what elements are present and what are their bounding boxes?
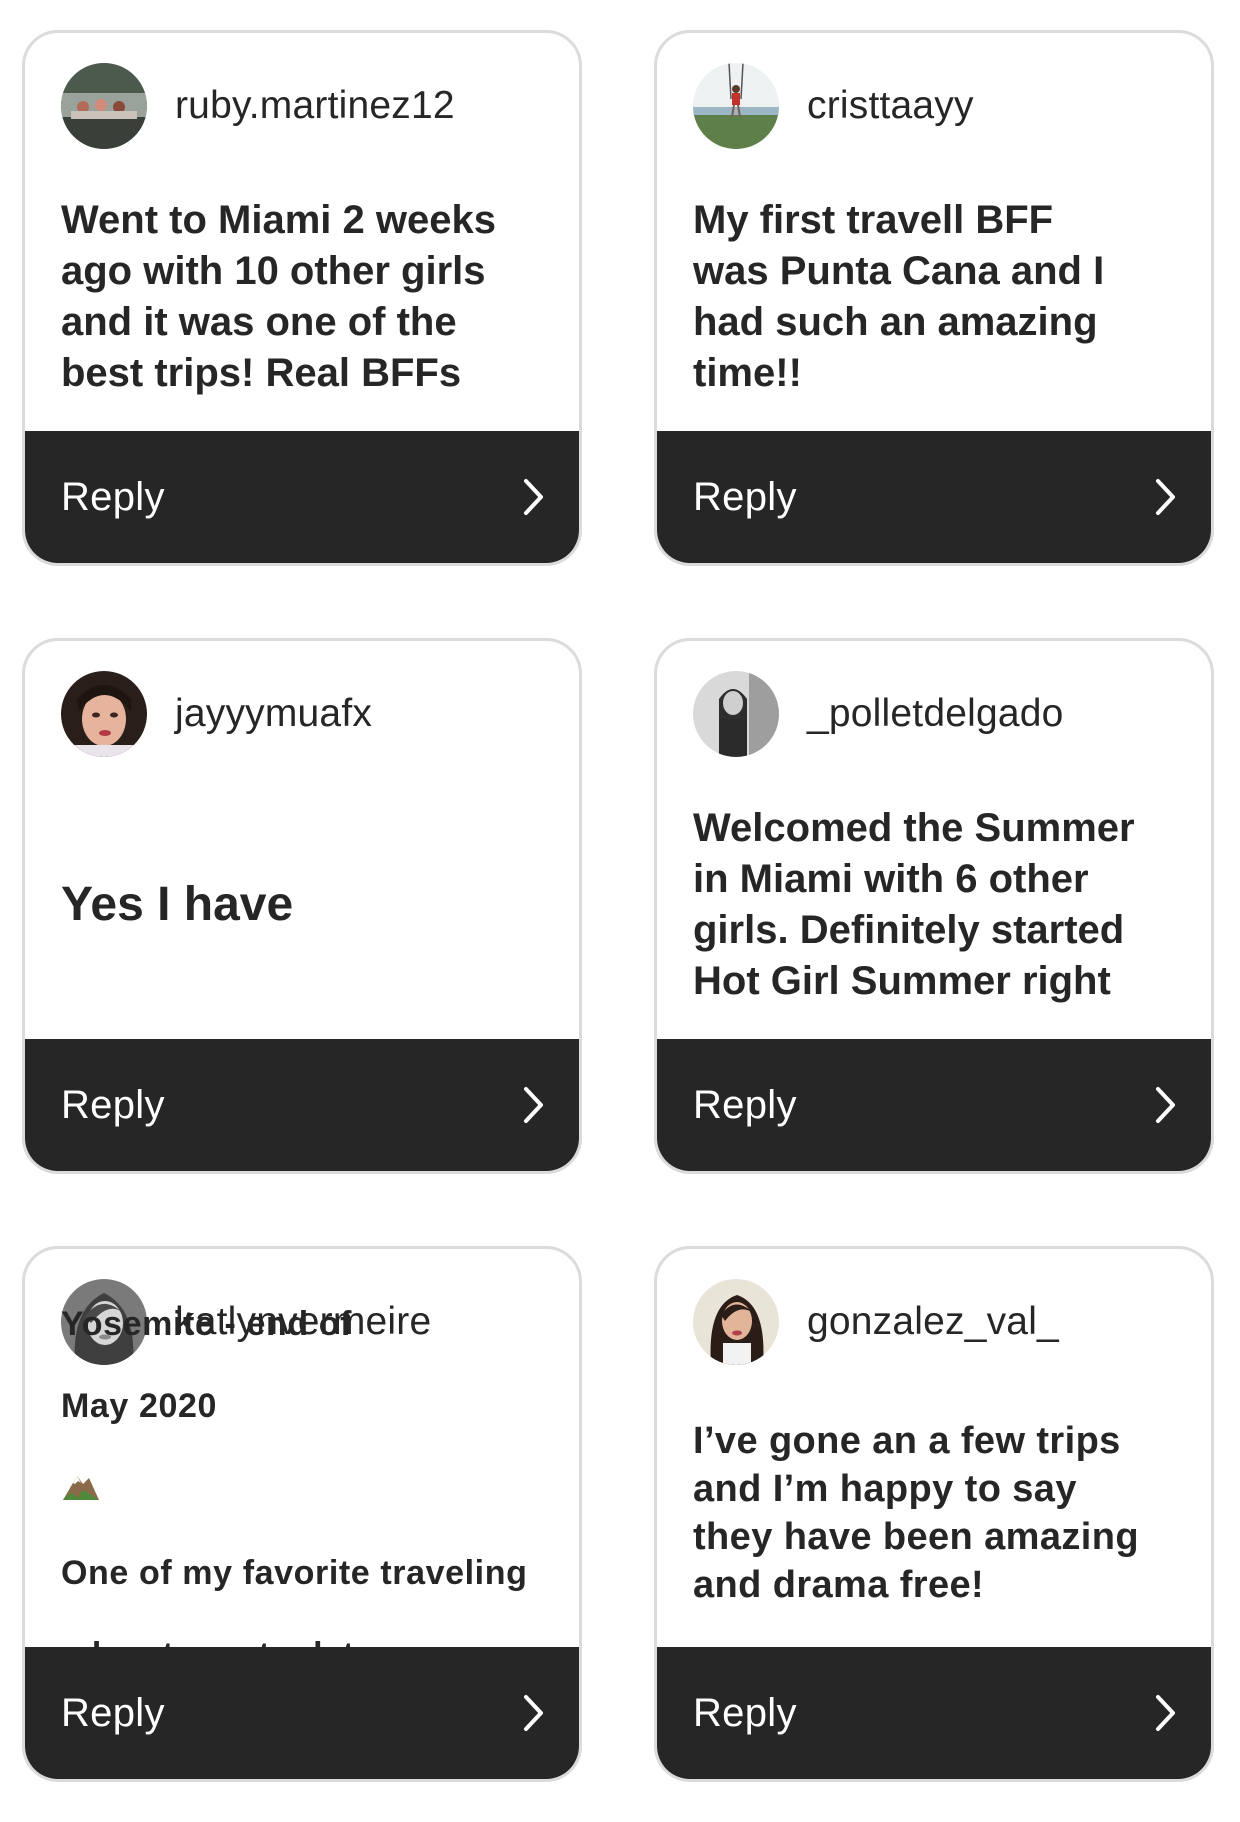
chevron-right-icon <box>523 1086 545 1124</box>
reply-message: Went to Miami 2 weeks ago with 10 other … <box>61 198 496 395</box>
reply-message: I’ve gone an a few trips and I’m happy t… <box>693 1420 1139 1606</box>
card-body: I’ve gone an a few trips and I’m happy t… <box>693 1379 1183 1647</box>
card-header: jayyymuafx <box>61 669 372 759</box>
mountain-emoji-icon <box>61 1427 101 1512</box>
card-body: Yes I have <box>61 771 551 1039</box>
reply-card: cristtaayy My first travell BFF was Punt… <box>654 30 1214 566</box>
reply-button[interactable]: Reply <box>25 1647 579 1779</box>
card-body: Yosemite - end of May 2020 One of my fav… <box>61 1305 551 1751</box>
reply-label: Reply <box>61 1690 165 1735</box>
chevron-right-icon <box>1155 478 1177 516</box>
username[interactable]: ruby.martinez12 <box>175 84 455 128</box>
chevron-right-icon <box>1155 1694 1177 1732</box>
reply-card: _polletdelgado Welcomed the Summer in Mi… <box>654 638 1214 1174</box>
reply-card: jayyymuafx Yes I have Reply <box>22 638 582 1174</box>
reply-button[interactable]: Reply <box>25 431 579 563</box>
avatar[interactable] <box>693 1279 779 1365</box>
chevron-right-icon <box>523 478 545 516</box>
avatar[interactable] <box>61 671 147 757</box>
chevron-right-icon <box>1155 1086 1177 1124</box>
reply-card: ruby.martinez12 Went to Miami 2 weeks ag… <box>22 30 582 566</box>
card-body: My first travell BFF was Punta Cana and … <box>693 163 1183 431</box>
reply-message: Welcomed the Summer in Miami with 6 othe… <box>693 806 1135 1003</box>
avatar[interactable] <box>61 63 147 149</box>
reply-label: Reply <box>61 1082 165 1127</box>
message-line: May 2020 <box>61 1387 218 1425</box>
card-header: ruby.martinez12 <box>61 61 455 151</box>
username[interactable]: jayyymuafx <box>175 692 372 736</box>
card-body: Went to Miami 2 weeks ago with 10 other … <box>61 163 551 431</box>
reply-card: katlynvermeire Yosemite - end of May 202… <box>22 1246 582 1782</box>
reply-label: Reply <box>693 1082 797 1127</box>
story-replies-grid: ruby.martinez12 Went to Miami 2 weeks ag… <box>0 0 1240 1822</box>
chevron-right-icon <box>523 1694 545 1732</box>
avatar[interactable] <box>693 671 779 757</box>
reply-message: Yes I have <box>61 878 294 931</box>
message-line: One of my favorite traveling <box>61 1554 528 1592</box>
avatar[interactable] <box>693 63 779 149</box>
reply-label: Reply <box>61 474 165 519</box>
reply-button[interactable]: Reply <box>657 1039 1211 1171</box>
reply-button[interactable]: Reply <box>25 1039 579 1171</box>
reply-button[interactable]: Reply <box>657 1647 1211 1779</box>
reply-card: gonzalez_val_ I’ve gone an a few trips a… <box>654 1246 1214 1782</box>
card-body: Welcomed the Summer in Miami with 6 othe… <box>693 771 1183 1039</box>
reply-label: Reply <box>693 474 797 519</box>
reply-message: My first travell BFF was Punta Cana and … <box>693 198 1105 395</box>
username[interactable]: cristtaayy <box>807 84 974 128</box>
reply-button[interactable]: Reply <box>657 431 1211 563</box>
card-header: _polletdelgado <box>693 669 1064 759</box>
username[interactable]: _polletdelgado <box>807 692 1064 736</box>
reply-label: Reply <box>693 1690 797 1735</box>
message-line: Yosemite - end of <box>61 1305 353 1343</box>
card-header: cristtaayy <box>693 61 974 151</box>
card-header: gonzalez_val_ <box>693 1277 1059 1367</box>
username[interactable]: gonzalez_val_ <box>807 1300 1059 1344</box>
